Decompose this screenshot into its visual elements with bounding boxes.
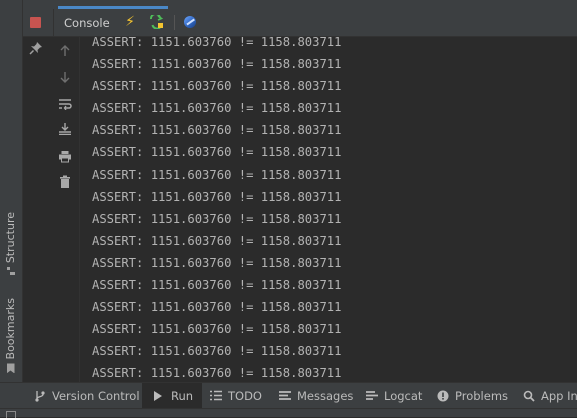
left-tool-strip: Structure Bookmarks bbox=[0, 0, 23, 382]
clear-all-trash-icon[interactable] bbox=[57, 174, 73, 190]
tab-console[interactable]: Console bbox=[64, 16, 110, 30]
scroll-to-end-icon[interactable] bbox=[57, 120, 73, 136]
run-label: Run bbox=[171, 389, 194, 403]
problems-tab[interactable]: Problems bbox=[437, 383, 508, 409]
console-line: ASSERT: 1151.603760 != 1158.803711 bbox=[92, 278, 342, 293]
logcat-icon bbox=[366, 390, 378, 402]
messages-label: Messages bbox=[297, 389, 354, 403]
run-play-icon bbox=[153, 390, 165, 402]
devtools-ball-icon bbox=[184, 16, 196, 28]
messages-tab[interactable]: Messages bbox=[279, 383, 353, 409]
console-line: ASSERT: 1151.603760 != 1158.803711 bbox=[92, 344, 342, 359]
pin-tab-icon[interactable] bbox=[29, 41, 43, 57]
console-line: ASSERT: 1151.603760 != 1158.803711 bbox=[92, 145, 342, 160]
status-toggle-icon[interactable] bbox=[6, 411, 16, 418]
scroll-down-icon[interactable] bbox=[57, 69, 73, 85]
problems-label: Problems bbox=[455, 389, 509, 403]
logcat-label: Logcat bbox=[384, 389, 423, 403]
console-line: ASSERT: 1151.603760 != 1158.803711 bbox=[92, 167, 342, 182]
stop-button[interactable] bbox=[30, 17, 41, 28]
messages-icon bbox=[279, 390, 291, 402]
app-inspection-icon bbox=[523, 390, 535, 402]
console-line: ASSERT: 1151.603760 != 1158.803711 bbox=[92, 300, 342, 315]
todo-tab[interactable]: TODO bbox=[210, 383, 262, 409]
scroll-up-icon[interactable] bbox=[57, 43, 73, 59]
todo-label: TODO bbox=[228, 389, 262, 403]
console-line: ASSERT: 1151.603760 != 1158.803711 bbox=[92, 255, 342, 270]
console-line: ASSERT: 1151.603760 != 1158.803711 bbox=[92, 79, 342, 94]
logcat-tab[interactable]: Logcat bbox=[366, 383, 422, 409]
version-control-icon bbox=[34, 390, 46, 402]
hot-reload-bolt-icon[interactable]: ⚡ bbox=[122, 14, 138, 30]
console-line: ASSERT: 1151.603760 != 1158.803711 bbox=[92, 57, 342, 72]
console-line: ASSERT: 1151.603760 != 1158.803711 bbox=[92, 123, 342, 138]
console-line: ASSERT: 1151.603760 != 1158.803711 bbox=[92, 322, 342, 337]
version-control-label: Version Control bbox=[52, 389, 140, 403]
app-inspection-label: App Ins bbox=[541, 389, 577, 403]
hot-restart-icon[interactable] bbox=[148, 14, 164, 30]
bookmarks-tool-tab[interactable]: Bookmarks bbox=[4, 298, 17, 374]
print-icon[interactable] bbox=[57, 148, 73, 164]
console-output[interactable]: ASSERT: 1151.603760 != 1158.803711 ASSERT… bbox=[92, 31, 577, 382]
console-line: ASSERT: 1151.603760 != 1158.803711 bbox=[92, 101, 342, 116]
console-line: ASSERT: 1151.603760 != 1158.803711 bbox=[92, 35, 342, 49]
app-inspection-tab[interactable]: App Ins bbox=[523, 383, 577, 409]
console-actions bbox=[51, 37, 80, 382]
bookmarks-tab-label: Bookmarks bbox=[4, 298, 17, 360]
bottom-tool-bar: Version Control Run TODO Messages Logcat… bbox=[0, 382, 577, 409]
version-control-tab[interactable]: Version Control bbox=[34, 383, 140, 409]
console-line: ASSERT: 1151.603760 != 1158.803711 bbox=[92, 189, 342, 204]
todo-list-icon bbox=[210, 390, 222, 402]
soft-wrap-icon[interactable] bbox=[57, 96, 73, 112]
structure-icon bbox=[6, 267, 15, 276]
structure-tab-label: Structure bbox=[4, 212, 17, 264]
console-line: ASSERT: 1151.603760 != 1158.803711 bbox=[92, 366, 342, 381]
toolbar-divider bbox=[53, 9, 54, 36]
structure-tool-tab[interactable]: Structure bbox=[4, 212, 17, 276]
run-tab[interactable]: Run bbox=[142, 383, 203, 409]
flutter-devtools-icon[interactable] bbox=[182, 14, 198, 30]
toolbar-separator bbox=[174, 15, 175, 30]
bookmark-icon bbox=[6, 363, 15, 374]
console-line: ASSERT: 1151.603760 != 1158.803711 bbox=[92, 211, 342, 226]
run-tool-window: Console ⚡ ASSERT: 1151.603760 != 1158.80… bbox=[23, 0, 577, 382]
console-line: ASSERT: 1151.603760 != 1158.803711 bbox=[92, 233, 342, 248]
problems-info-icon bbox=[437, 390, 449, 402]
